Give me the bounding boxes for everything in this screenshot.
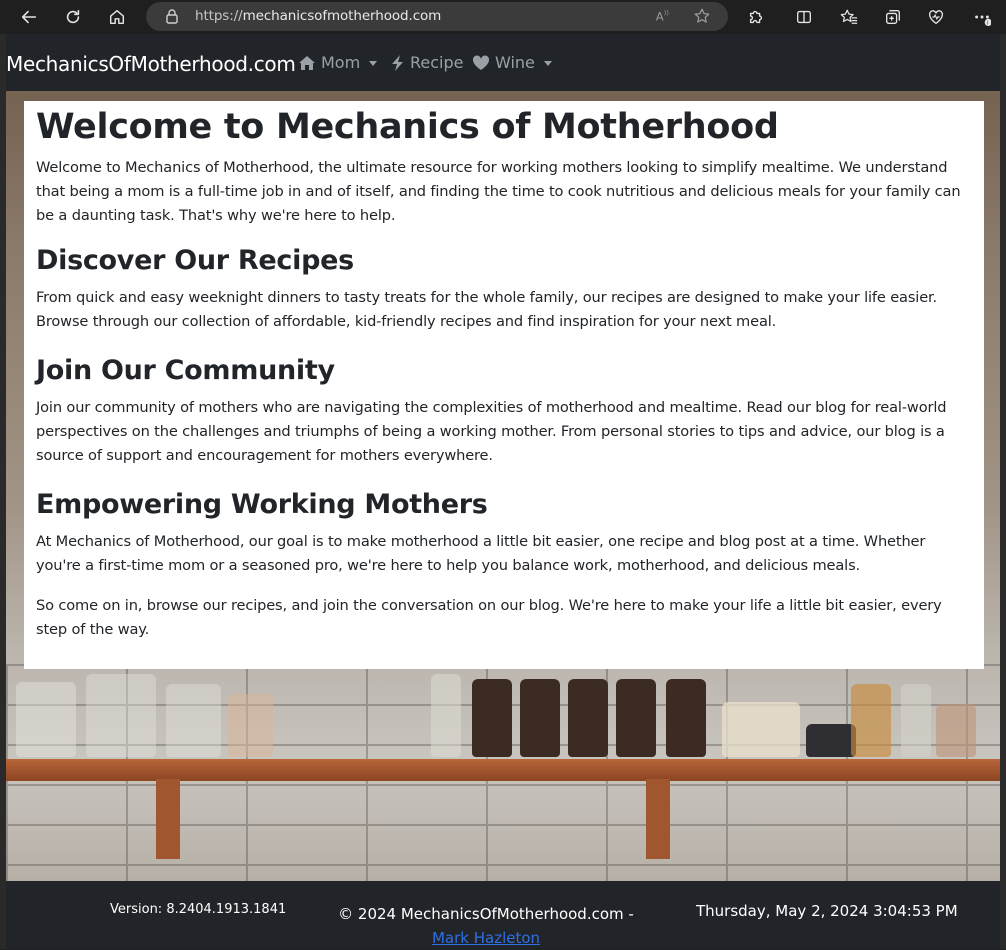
web-page: MechanicsOfMotherhood.com Mom Recipe Win… (6, 34, 1000, 881)
background-jar (228, 694, 273, 757)
footer-copyright: © 2024 MechanicsOfMotherhood.com - Mark … (336, 902, 636, 950)
section-heading-recipes: Discover Our Recipes (36, 245, 354, 276)
nav-item-wine-label: Wine (495, 53, 535, 72)
nav-item-wine[interactable]: Wine (472, 53, 552, 72)
section-paragraph-community: Join our community of mothers who are na… (36, 399, 947, 464)
more-icon[interactable]: i (968, 3, 996, 31)
section-heading-empowering: Empowering Working Mothers (36, 489, 488, 520)
intro-paragraph: Welcome to Mechanics of Motherhood, the … (36, 159, 961, 224)
refresh-icon[interactable] (59, 3, 87, 31)
background-bottle (520, 679, 560, 757)
home-icon[interactable] (103, 3, 131, 31)
nav-item-mom-label: Mom (321, 53, 361, 72)
background-bottle (568, 679, 608, 757)
chevron-down-icon (543, 61, 552, 66)
background-jar (16, 682, 76, 757)
background-jar (86, 674, 156, 757)
star-icon[interactable] (693, 7, 711, 25)
background-item (806, 724, 856, 757)
browser-essentials-icon[interactable] (922, 3, 950, 31)
nav-item-mom[interactable]: Mom (298, 53, 378, 72)
split-screen-icon[interactable] (790, 3, 818, 31)
footer-author-link[interactable]: Mark Hazleton (432, 929, 540, 947)
footer-datetime: Thursday, May 2, 2024 3:04:53 PM (696, 902, 958, 920)
address-bar[interactable]: https://mechanicsofmotherhood.com A )) (146, 2, 728, 31)
background-jar (936, 704, 976, 757)
section-paragraph-recipes: From quick and easy weeknight dinners to… (36, 289, 938, 330)
lock-icon[interactable] (164, 8, 180, 24)
background-jar (851, 684, 891, 757)
background-bottle (616, 679, 656, 757)
section-paragraph-closing: So come on in, browse our recipes, and j… (36, 597, 942, 638)
svg-text:i: i (987, 21, 989, 26)
site-brand-link[interactable]: MechanicsOfMotherhood.com (6, 52, 296, 76)
footer-version: Version: 8.2404.1913.1841 (110, 902, 287, 917)
nav-item-recipe[interactable]: Recipe (391, 53, 463, 72)
svg-text:A: A (656, 10, 664, 24)
background-bottle (472, 679, 512, 757)
background-shelf (6, 759, 1000, 781)
background-jar (722, 702, 800, 757)
home-icon (299, 55, 315, 70)
site-footer: Version: 8.2404.1913.1841 © 2024 Mechani… (6, 881, 1000, 949)
site-navbar: MechanicsOfMotherhood.com Mom Recipe Win… (6, 34, 1000, 91)
url-text[interactable]: https://mechanicsofmotherhood.com (195, 8, 441, 24)
puzzle-icon[interactable] (742, 3, 770, 31)
section-paragraph-empowering: At Mechanics of Motherhood, our goal is … (36, 533, 926, 574)
background-bottle (901, 684, 931, 757)
collections-icon[interactable] (879, 3, 907, 31)
page-title: Welcome to Mechanics of Motherhood (36, 107, 779, 147)
nav-item-recipe-label: Recipe (410, 53, 464, 72)
background-bottle (666, 679, 706, 757)
heart-icon (472, 54, 490, 70)
browser-toolbar: https://mechanicsofmotherhood.com A )) i (0, 0, 1006, 34)
favorites-icon[interactable] (835, 3, 863, 31)
background-bottle (431, 674, 461, 757)
url-host: mechanicsofmotherhood.com (242, 8, 442, 24)
background-jar (166, 684, 221, 757)
read-aloud-icon[interactable]: A )) (654, 7, 672, 25)
section-heading-community: Join Our Community (36, 355, 335, 386)
footer-copyright-text: © 2024 MechanicsOfMotherhood.com - (338, 905, 634, 923)
window-edge-right (1000, 34, 1006, 949)
main-content-card: Welcome to Mechanics of Motherhood Welco… (24, 101, 984, 669)
background-shelf-bracket (646, 779, 670, 859)
url-prefix: https:// (195, 8, 243, 24)
chevron-down-icon (369, 61, 378, 66)
svg-text:)): )) (664, 10, 669, 17)
background-shelf-bracket (156, 779, 180, 859)
back-arrow-icon[interactable] (15, 3, 43, 31)
bolt-icon (392, 54, 403, 71)
